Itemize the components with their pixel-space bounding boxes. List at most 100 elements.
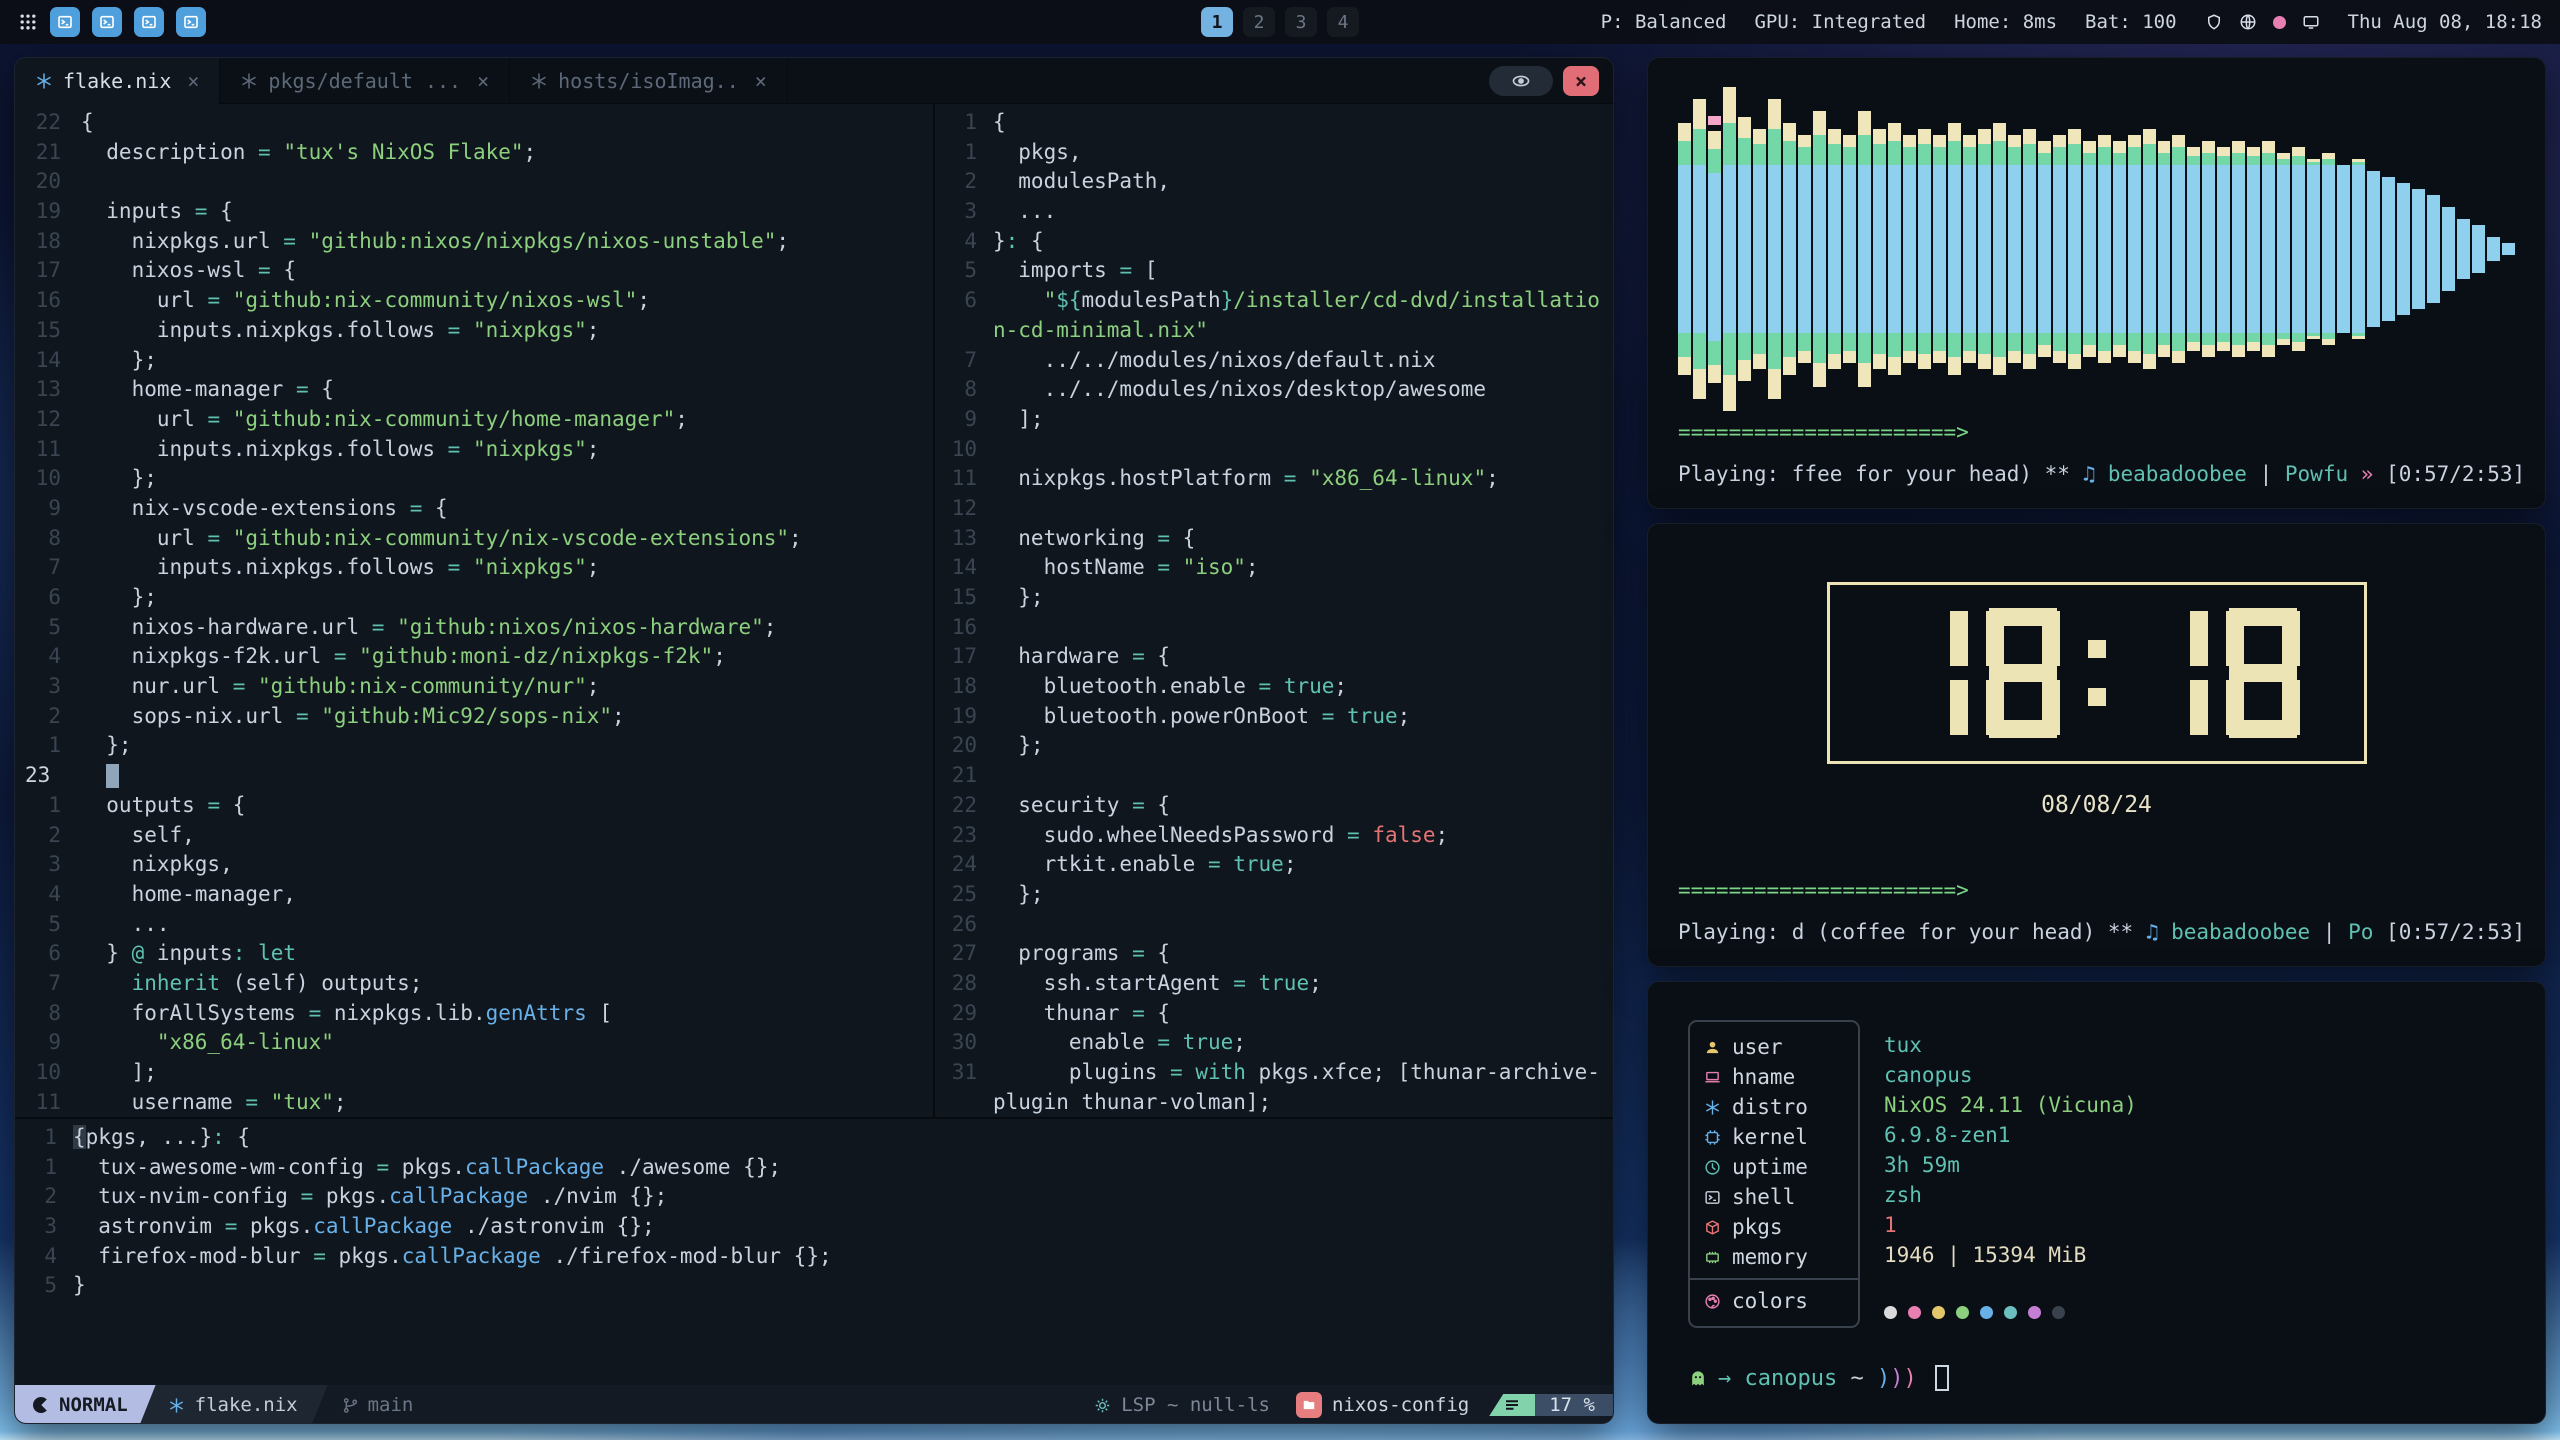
dock-terminal-icon[interactable]: [176, 7, 206, 37]
code-line: 3 nur.url = "github:nix-community/nur";: [15, 672, 933, 702]
text-segment: callPackage: [465, 1155, 604, 1179]
code-line: 8 url = "github:nix-community/nix-vscode…: [15, 524, 933, 554]
text-segment: hardware: [993, 644, 1132, 668]
code-line: 3 ...: [935, 197, 1613, 227]
code-line: 6 "${modulesPath}/installer/cd-dvd/insta…: [935, 286, 1613, 316]
battery-status: Bat: 100: [2085, 11, 2177, 33]
tag-3[interactable]: 3: [1285, 7, 1317, 37]
text-segment: callPackage: [389, 1184, 528, 1208]
record-dot-icon[interactable]: [2273, 16, 2286, 29]
line-number: 4: [935, 227, 993, 257]
display-icon[interactable]: [2302, 13, 2320, 31]
code-line: 19 inputs = {: [15, 197, 933, 227]
code-line: 24 rtkit.enable = true;: [935, 850, 1613, 880]
shell-prompt[interactable]: → canopus ~ ))): [1688, 1365, 1949, 1391]
line-number: 25: [935, 880, 993, 910]
text-segment: "github:nixos/nixos-hardware": [397, 615, 764, 639]
text-segment: pkgs.: [339, 1244, 402, 1268]
dock-terminal-icon[interactable]: [134, 7, 164, 37]
top-bar: 1 2 3 4 P: Balanced GPU: Integrated Home…: [0, 0, 2560, 44]
toggle-eye-button[interactable]: [1489, 66, 1553, 96]
text-segment: =: [1233, 971, 1258, 995]
line-number: 1: [935, 138, 993, 168]
text-segment: ../../modules/nixos/desktop/awesome: [993, 377, 1486, 401]
viz-column: [1858, 111, 1871, 387]
folder-icon: [1296, 1392, 1322, 1418]
line-number: 12: [935, 494, 993, 524]
fetch-terminal-window[interactable]: user hname distro kernel uptime shell pk…: [1647, 981, 2546, 1424]
text-segment: "github:nixos/nixpkgs/nixos-unstable": [309, 229, 777, 253]
text-segment: home-manager,: [81, 882, 296, 906]
text-segment: ;: [587, 555, 600, 579]
code-line: 2 modulesPath,: [935, 167, 1613, 197]
tab-hosts-isoimage[interactable]: hosts/isoImag.. ×: [510, 58, 788, 104]
dock-terminal-icon[interactable]: [92, 7, 122, 37]
tag-1[interactable]: 1: [1201, 7, 1233, 37]
fetch-label: colors: [1732, 1289, 1808, 1313]
tab-close-icon[interactable]: ×: [187, 69, 199, 93]
text-segment: nixpkgs.url: [81, 229, 283, 253]
text-segment: pkgs.xfce; [thunar-archive-: [1246, 1060, 1600, 1084]
code-line: 11 nixpkgs.hostPlatform = "x86_64-linux"…: [935, 464, 1613, 494]
git-branch-segment: main: [328, 1385, 424, 1424]
text-segment: tux-awesome-wm-config: [73, 1155, 376, 1179]
text-segment: |: [2310, 920, 2348, 944]
pane-flake-nix[interactable]: 22{21 description = "tux's NixOS Flake";…: [15, 104, 933, 1117]
tab-flake-nix[interactable]: flake.nix ×: [15, 58, 220, 104]
text-segment: "iso": [1183, 555, 1246, 579]
text-segment: [: [587, 1001, 612, 1025]
viz-column: [1753, 129, 1766, 369]
line-number: 8: [935, 375, 993, 405]
tab-pkgs-default[interactable]: pkgs/default ... ×: [220, 58, 510, 104]
text-segment: }: [73, 1273, 86, 1297]
music-visualizer-window: ======================> Playing: ffee fo…: [1647, 57, 2546, 509]
statusline: NORMAL flake.nix main LSP ~ null-ls nixo…: [15, 1385, 1613, 1424]
apps-grid-icon[interactable]: [18, 12, 38, 32]
text-segment: pkgs.: [250, 1214, 313, 1238]
globe-icon[interactable]: [2239, 13, 2257, 31]
text-segment: [81, 763, 106, 787]
text-segment: ;: [713, 644, 726, 668]
code-line: 1 };: [15, 731, 933, 761]
tag-4[interactable]: 4: [1327, 7, 1359, 37]
text-segment: modulesPath: [1082, 288, 1221, 312]
fetch-value-uptime: 3h 59m: [1884, 1150, 2137, 1180]
text-segment: →: [1718, 1366, 1745, 1391]
viz-column: [1993, 123, 2006, 375]
viz-column: [1843, 135, 1856, 363]
text-segment: inputs: [144, 941, 233, 965]
code-line: 20 };: [935, 731, 1613, 761]
text-segment: nixpkgs,: [81, 852, 233, 876]
tab-close-icon[interactable]: ×: [477, 69, 489, 93]
viz-column: [1888, 123, 1901, 375]
terminal-cursor[interactable]: [1935, 1365, 1949, 1391]
text-segment: ;: [776, 229, 789, 253]
shield-icon[interactable]: [2205, 13, 2223, 31]
code-line: 9 ];: [935, 405, 1613, 435]
line-number: 2: [15, 821, 81, 851]
viz-column: [2442, 207, 2455, 291]
viz-column: [2008, 135, 2021, 363]
pane-pkgs-default-nix[interactable]: 1{pkgs, ...}: {1 tux-awesome-wm-config =…: [15, 1117, 1613, 1385]
tag-2[interactable]: 2: [1243, 7, 1275, 37]
text-segment: =: [258, 258, 283, 282]
window-close-button[interactable]: ×: [1563, 66, 1599, 96]
text-segment: pkgs.: [402, 1155, 465, 1179]
tab-close-icon[interactable]: ×: [755, 69, 767, 93]
color-dot: [1980, 1306, 1993, 1319]
mode-segment: NORMAL: [15, 1385, 156, 1424]
text-segment: username: [81, 1090, 245, 1114]
pane-iso-image-nix[interactable]: 1{1 pkgs,2 modulesPath,3 ...4}: {5 impor…: [933, 104, 1613, 1117]
code-line: 7 ../../modules/nixos/default.nix: [935, 346, 1613, 376]
dock-terminal-icon[interactable]: [50, 7, 80, 37]
text-segment: ;: [587, 318, 600, 342]
text-segment: ): [1877, 1366, 1890, 1391]
color-dot: [2028, 1306, 2041, 1319]
clock-text[interactable]: Thu Aug 08, 18:18: [2348, 11, 2542, 33]
viz-column: [2427, 195, 2440, 303]
viz-column: [2068, 129, 2081, 369]
colors-icon: [1704, 1293, 1721, 1310]
line-number: 20: [15, 167, 81, 197]
line-number: 5: [935, 256, 993, 286]
code-line: 25 };: [935, 880, 1613, 910]
